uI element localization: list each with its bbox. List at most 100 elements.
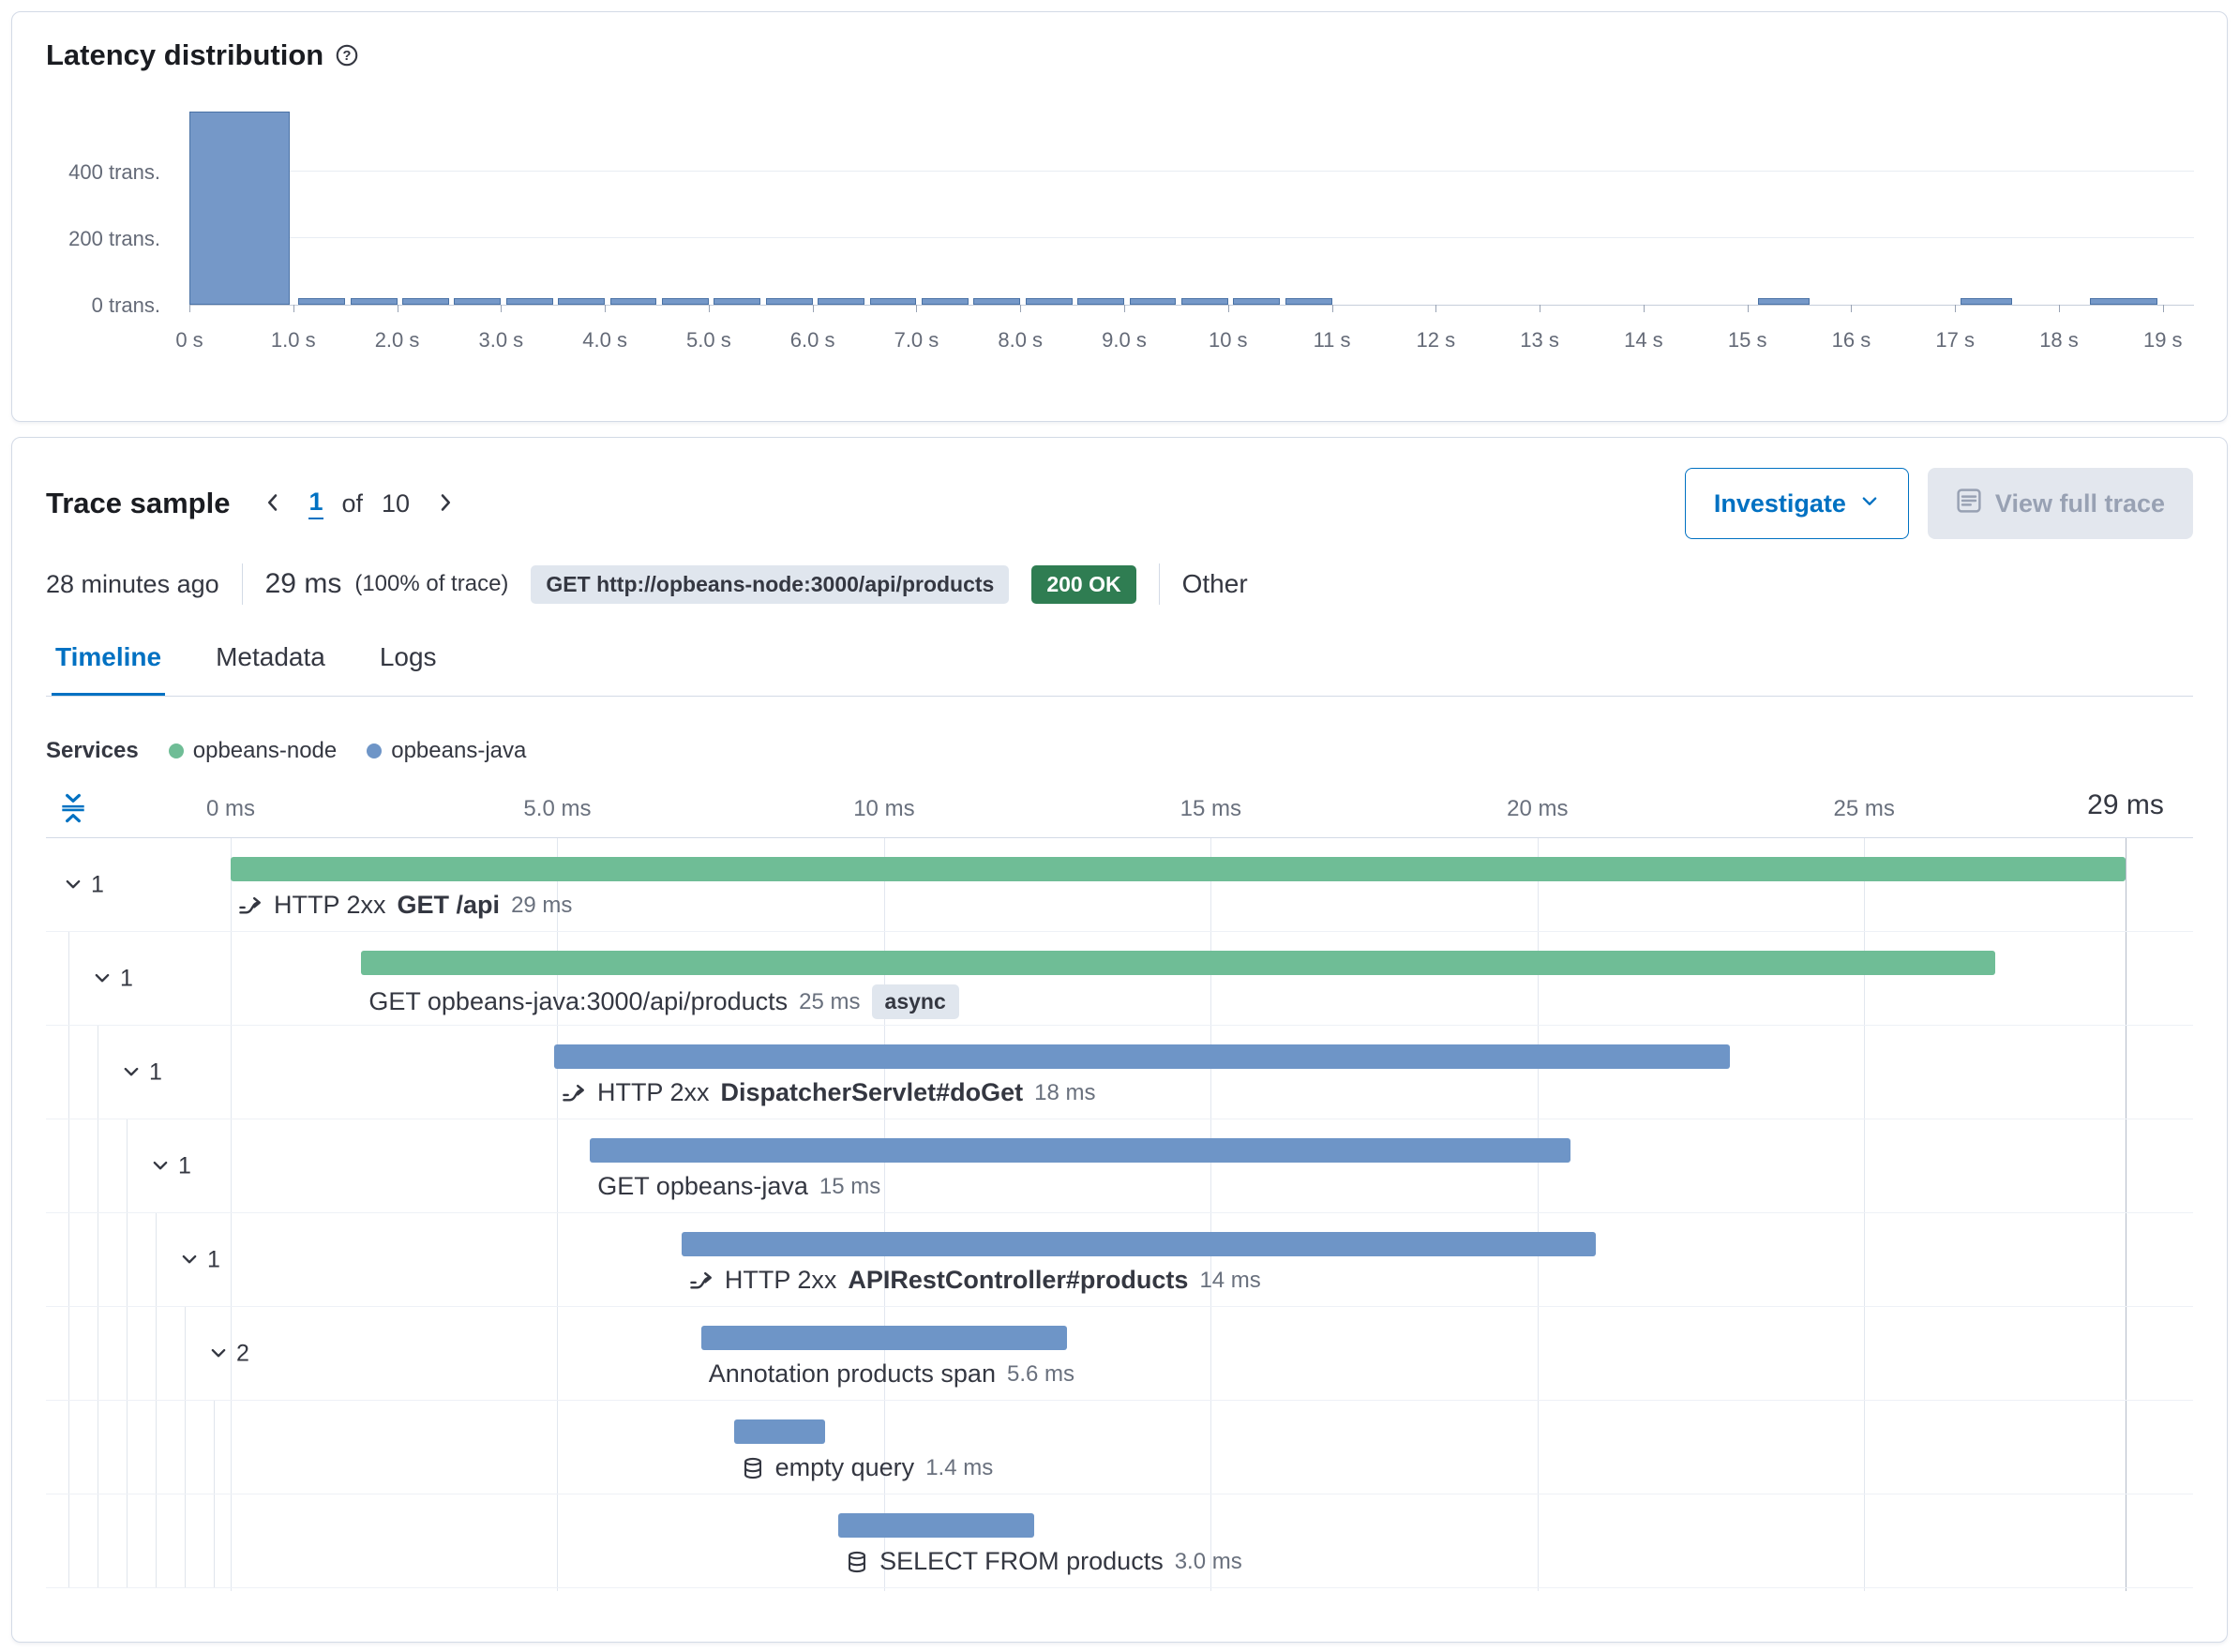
span-label[interactable]: empty query1.4 ms [742, 1453, 994, 1482]
histogram-bar[interactable] [1758, 298, 1810, 305]
span-duration: 29 ms [511, 893, 572, 919]
help-icon[interactable]: ? [335, 43, 359, 68]
span-label[interactable]: HTTP 2xxAPIRestController#products14 ms [689, 1266, 1261, 1295]
histogram-bar[interactable] [351, 298, 398, 305]
latency-x-axis: 0 s1.0 s2.0 s3.0 s4.0 s5.0 s6.0 s7.0 s8.… [189, 321, 2194, 353]
histogram-bar[interactable] [922, 298, 969, 305]
prev-sample-button[interactable] [256, 486, 290, 522]
expand-toggle[interactable]: 1 [59, 867, 108, 902]
span-bar[interactable] [554, 1044, 1730, 1069]
latency-plot [189, 106, 2194, 306]
y-axis-label: 400 trans. [68, 160, 160, 185]
tree-guide [68, 1494, 69, 1587]
trace-summary: 28 minutes ago 29 ms (100% of trace) GET… [46, 563, 2193, 605]
histogram-bar[interactable] [1233, 298, 1280, 305]
span-label[interactable]: SELECT FROM products3.0 ms [846, 1547, 1242, 1576]
tab-timeline[interactable]: Timeline [52, 633, 165, 696]
histogram-bar[interactable] [1026, 298, 1073, 305]
chevron-down-icon [150, 1156, 171, 1177]
x-axis-tick [1228, 305, 1229, 312]
chevron-down-icon [121, 1062, 142, 1083]
trace-icon [1956, 488, 1982, 520]
span-name: GET opbeans-java:3000/api/products [368, 987, 788, 1016]
span-bar[interactable] [682, 1232, 1597, 1256]
y-axis-label: 0 trans. [92, 293, 160, 318]
histogram-bar[interactable] [1285, 298, 1332, 305]
timeline-tick-label: 20 ms [1507, 796, 1568, 822]
current-page[interactable]: 1 [308, 488, 323, 518]
expand-toggle[interactable]: 1 [117, 1055, 166, 1089]
x-axis-label: 12 s [1417, 328, 1456, 353]
span-label[interactable]: GET opbeans-java:3000/api/products25 msa… [368, 984, 958, 1019]
expand-toggle[interactable]: 1 [175, 1242, 224, 1277]
latency-panel-header: Latency distribution ? [46, 38, 2193, 72]
view-full-trace-label: View full trace [1995, 489, 2165, 518]
span-name: DispatcherServlet#doGet [720, 1078, 1023, 1107]
tree-guide [68, 932, 69, 1025]
expand-toggle[interactable]: 2 [204, 1336, 253, 1371]
histogram-bar[interactable] [1130, 298, 1177, 305]
x-axis-label: 6.0 s [790, 328, 835, 353]
trace-tabs: Timeline Metadata Logs [46, 633, 2193, 697]
span-bar[interactable] [838, 1513, 1034, 1538]
waterfall-row: 1 HTTP 2xxDispatcherServlet#doGet18 ms [46, 1026, 2193, 1119]
histogram-bar[interactable] [402, 298, 449, 305]
histogram-bar[interactable] [766, 298, 813, 305]
span-type: HTTP 2xx [725, 1266, 837, 1295]
tree-guide [127, 1494, 128, 1587]
expand-toggle[interactable]: 1 [146, 1149, 195, 1183]
span-bar[interactable] [734, 1419, 826, 1444]
waterfall-row: empty query1.4 ms [46, 1401, 2193, 1494]
histogram-bar[interactable] [506, 298, 553, 305]
tree-guide [156, 1494, 157, 1587]
histogram-bar[interactable] [298, 298, 345, 305]
view-full-trace-button[interactable]: View full trace [1928, 468, 2193, 539]
timeline-end-label: 29 ms [2087, 789, 2164, 821]
histogram-bar[interactable] [2090, 298, 2157, 305]
histogram-bar[interactable] [189, 112, 290, 305]
latency-y-axis: 0 trans.200 trans.400 trans. [46, 106, 173, 306]
span-label[interactable]: HTTP 2xxGET /api29 ms [238, 891, 572, 920]
pagination-of-label: of [342, 489, 364, 518]
expand-toggle[interactable]: 1 [88, 961, 137, 996]
divider [1159, 563, 1160, 605]
span-label[interactable]: HTTP 2xxDispatcherServlet#doGet18 ms [562, 1078, 1096, 1107]
span-bar[interactable] [701, 1326, 1067, 1350]
chevron-right-icon [434, 491, 457, 517]
child-count: 1 [120, 965, 133, 992]
x-axis-label: 14 s [1624, 328, 1663, 353]
x-axis-tick [916, 305, 917, 312]
histogram-bar[interactable] [1181, 298, 1228, 305]
histogram-bar[interactable] [1077, 298, 1124, 305]
histogram-bar[interactable] [610, 298, 657, 305]
waterfall-row: 1 HTTP 2xxGET /api29 ms [46, 838, 2193, 932]
histogram-bar[interactable] [662, 298, 709, 305]
span-bar[interactable] [231, 857, 2126, 881]
span-bar[interactable] [590, 1138, 1570, 1163]
histogram-bar[interactable] [714, 298, 760, 305]
span-name: GET opbeans-java [597, 1172, 808, 1201]
span-name: APIRestController#products [848, 1266, 1188, 1295]
latency-title: Latency distribution [46, 38, 323, 72]
services-legend: Services opbeans-node opbeans-java [46, 738, 2193, 764]
histogram-bar[interactable] [870, 298, 917, 305]
tab-metadata[interactable]: Metadata [212, 633, 329, 696]
span-label[interactable]: Annotation products span5.6 ms [709, 1359, 1074, 1389]
histogram-bar[interactable] [818, 298, 864, 305]
child-count: 1 [91, 871, 104, 898]
x-axis-label: 8.0 s [998, 328, 1043, 353]
trace-sample-header: Trace sample 1 of 10 Investigate [46, 468, 2193, 539]
histogram-bar[interactable] [454, 298, 501, 305]
histogram-bar[interactable] [973, 298, 1020, 305]
histogram-bar[interactable] [1961, 298, 2012, 305]
h-gridline [189, 237, 2194, 238]
next-sample-button[interactable] [428, 486, 462, 522]
legend-dot [169, 743, 184, 758]
tab-logs[interactable]: Logs [376, 633, 441, 696]
transaction-icon [689, 1269, 714, 1293]
investigate-button[interactable]: Investigate [1685, 468, 1909, 539]
histogram-bar[interactable] [558, 298, 605, 305]
span-label[interactable]: GET opbeans-java15 ms [597, 1172, 880, 1201]
span-bar[interactable] [361, 951, 1994, 975]
waterfall-row: 1 GET opbeans-java:3000/api/products25 ms… [46, 932, 2193, 1026]
